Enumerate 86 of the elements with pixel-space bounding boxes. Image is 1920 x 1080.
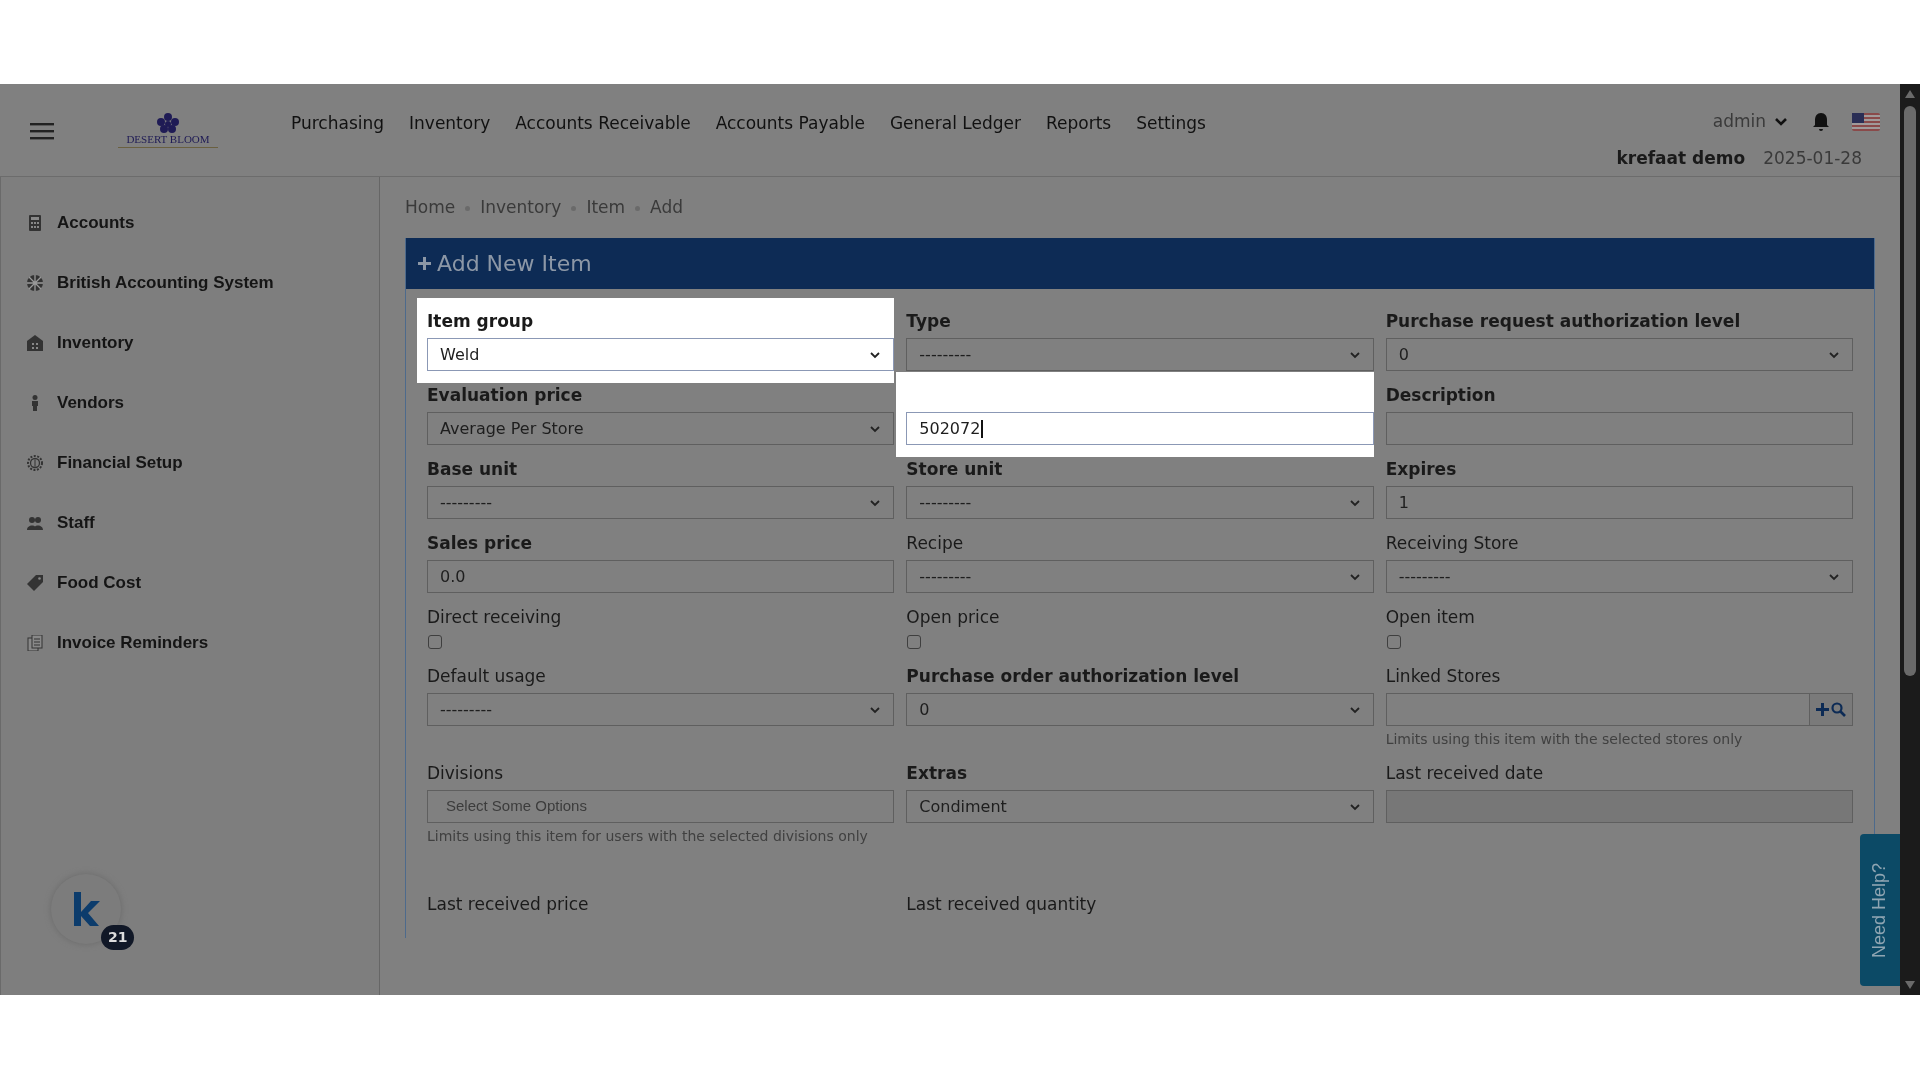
chat-logo-icon <box>71 892 101 926</box>
flower-icon <box>156 113 180 133</box>
input-field[interactable] <box>1385 693 1810 726</box>
field-label: Evaluation price <box>427 384 584 407</box>
select-field[interactable]: Average Per Store <box>427 412 895 445</box>
sidebar-item[interactable]: Staff <box>1 493 379 553</box>
search-icon <box>1831 702 1846 717</box>
menu-icon[interactable] <box>30 122 54 140</box>
chevron-icon <box>1774 116 1788 127</box>
input-field[interactable]: 1 <box>1385 486 1853 519</box>
field-label: Item group <box>427 310 535 333</box>
help-text: Limits using this item for users with the selected divisions only <box>427 827 869 846</box>
field-label: Last received price <box>427 893 590 916</box>
select-field[interactable]: --------- <box>906 486 1374 519</box>
select-field[interactable]: --------- <box>1385 560 1853 593</box>
plus-icon <box>418 257 431 270</box>
sidebar-item[interactable]: Financial Setup <box>1 433 379 493</box>
date-text: 2025-01-28 <box>1763 146 1862 170</box>
company-name: krefaat demo <box>1616 146 1746 170</box>
field-label: Description <box>1385 384 1497 407</box>
input-field[interactable] <box>1385 412 1853 445</box>
plus-icon <box>1816 703 1829 716</box>
field-label: Last received date <box>1385 762 1545 785</box>
gear-icon <box>27 455 43 471</box>
field-label: Direct receiving <box>427 606 563 629</box>
field-label: Type <box>906 310 952 333</box>
calculator-icon <box>27 215 43 231</box>
breadcrumb-link[interactable]: Home <box>405 195 456 221</box>
select-field[interactable]: --------- <box>427 693 895 726</box>
sidebar-item[interactable]: Invoice Reminders <box>1 613 379 673</box>
logo[interactable]: DESERT BLOOM <box>97 113 239 148</box>
breadcrumb-link[interactable]: Inventory <box>480 195 562 221</box>
field-label: Recipe <box>906 532 965 555</box>
flag-icon[interactable] <box>1852 112 1880 131</box>
checkbox[interactable] <box>907 635 922 649</box>
breadcrumb-current: Add <box>650 196 684 220</box>
select-field[interactable]: --------- <box>906 560 1374 593</box>
field-label: Sales price <box>427 532 534 555</box>
user-menu[interactable]: admin <box>1712 109 1788 135</box>
select-field[interactable]: 0 <box>1385 338 1853 371</box>
select-field[interactable]: Weld <box>427 338 895 371</box>
document-icon <box>27 635 43 651</box>
nav-link[interactable]: Reports <box>1045 111 1112 137</box>
people-icon <box>27 515 43 531</box>
nav-link[interactable]: Inventory <box>409 111 491 137</box>
sidebar-item[interactable]: British Accounting System <box>1 253 379 313</box>
checkbox[interactable] <box>1386 635 1401 649</box>
field-label: Open item <box>1385 606 1476 629</box>
breadcrumb-link[interactable]: Item <box>586 195 626 221</box>
field-label: Linked Stores <box>1385 665 1502 688</box>
sidebar-item[interactable]: Food Cost <box>1 553 379 613</box>
field-label: Purchase order authorization level <box>906 665 1241 688</box>
field-label: Expires <box>1385 458 1458 481</box>
checkbox[interactable] <box>428 635 442 649</box>
sidebar-item[interactable]: Accounts <box>1 193 379 253</box>
select-field[interactable]: Condiment <box>906 790 1374 823</box>
input-field[interactable]: 502072 <box>906 412 1374 445</box>
field-label: Base unit <box>427 458 519 481</box>
nav-link[interactable]: Settings <box>1136 111 1206 137</box>
field-label: Open price <box>906 606 1001 629</box>
nav-link[interactable]: Accounts Receivable <box>515 111 691 137</box>
field-label: Receiving Store <box>1385 532 1520 555</box>
notification-badge: 21 <box>101 925 135 950</box>
help-tab[interactable]: Need Help? <box>1860 834 1900 986</box>
sidebar-item[interactable]: Inventory <box>1 313 379 373</box>
multiselect-field[interactable]: Select Some Options <box>427 790 895 823</box>
field-label: Last received quantity <box>906 893 1098 916</box>
select-field[interactable]: --------- <box>906 338 1374 371</box>
select-field[interactable]: --------- <box>427 486 895 519</box>
select-field[interactable]: 0 <box>906 693 1374 726</box>
bell-icon[interactable] <box>1812 111 1830 132</box>
input-field[interactable]: 0.0 <box>427 560 895 593</box>
sidebar-item[interactable]: Vendors <box>1 373 379 433</box>
nav-link[interactable]: Purchasing <box>291 111 385 137</box>
field-label: Extras <box>906 762 968 785</box>
add-search-button[interactable] <box>1810 693 1853 726</box>
help-text: Limits using this item with the selected stores only <box>1385 730 1744 749</box>
panel-title: Add New Item <box>437 250 592 278</box>
field-label: Divisions <box>427 762 505 785</box>
nav-link[interactable]: Accounts Payable <box>715 111 865 137</box>
nav-link[interactable]: General Ledger <box>889 111 1021 137</box>
field-label: Default usage <box>427 665 547 688</box>
tag-icon <box>27 575 43 591</box>
building-icon <box>27 335 43 351</box>
field-label: Store unit <box>906 458 1004 481</box>
field-label: Purchase request authorization level <box>1385 310 1742 333</box>
